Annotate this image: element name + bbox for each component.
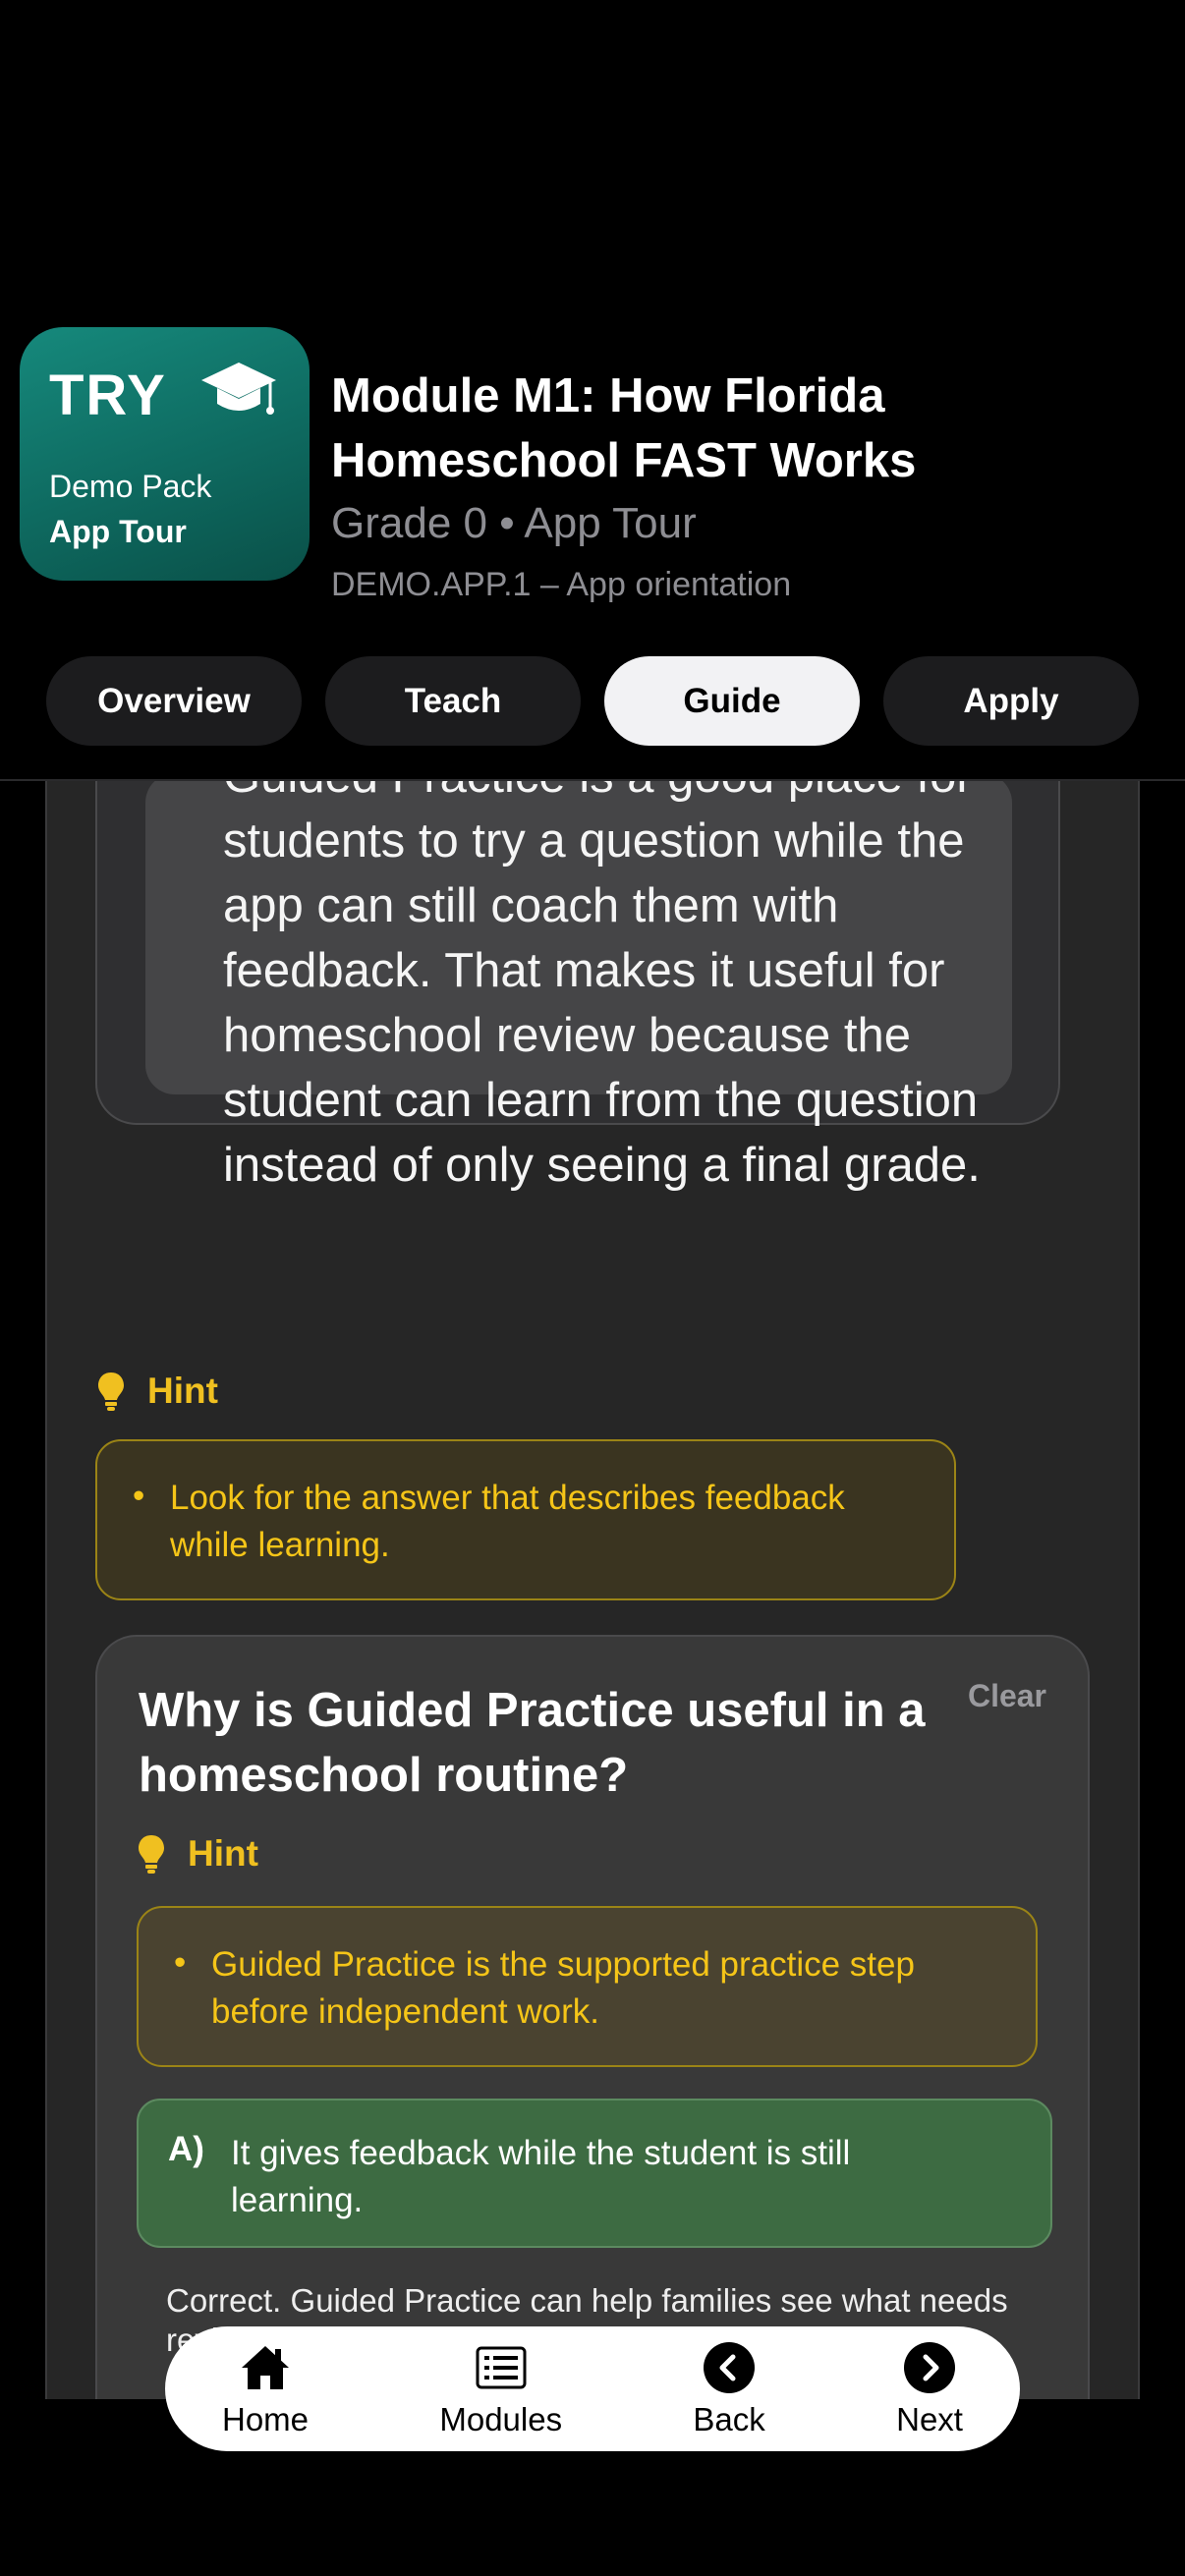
- home-icon: [242, 2345, 290, 2389]
- tab-overview[interactable]: Overview: [46, 656, 302, 746]
- tab-guide[interactable]: Guide: [604, 656, 860, 746]
- list-icon: [476, 2346, 527, 2388]
- nav-back-label: Back: [693, 2400, 765, 2437]
- chevron-right-circle-icon: [904, 2341, 956, 2393]
- question-hint-text: Guided Practice is the supported practic…: [211, 1945, 915, 2031]
- answer-option-a[interactable]: A) It gives feedback while the student i…: [137, 2099, 1052, 2248]
- graduation-cap-icon: [201, 363, 276, 415]
- question-card: Why is Guided Practice useful in a homes…: [95, 1635, 1090, 2399]
- question-hint-header[interactable]: Hint: [137, 1833, 258, 1875]
- clear-button[interactable]: Clear: [968, 1678, 1046, 1714]
- module-title: Module M1: How Florida Homeschool FAST W…: [331, 369, 917, 487]
- hint-header[interactable]: Hint: [96, 1371, 218, 1412]
- lightbulb-icon: [139, 1835, 164, 1874]
- question-hint-label: Hint: [188, 1833, 258, 1874]
- hint-label: Hint: [147, 1371, 218, 1411]
- nav-home-label: Home: [222, 2400, 310, 2437]
- tab-teach[interactable]: Teach: [325, 656, 581, 746]
- question-title: Why is Guided Practice useful in a homes…: [139, 1684, 926, 1802]
- nav-back[interactable]: Back: [693, 2340, 765, 2438]
- option-letter: A): [168, 2130, 204, 2168]
- hint-text: Look for the answer that describes feedb…: [170, 1479, 845, 1564]
- chevron-left-circle-icon: [704, 2341, 756, 2393]
- module-subtitle: Grade 0 • App Tour: [331, 499, 697, 547]
- hint-box: • Look for the answer that describes fee…: [95, 1439, 956, 1600]
- nav-modules[interactable]: Modules: [439, 2340, 562, 2438]
- bottom-nav: Home Modules Back Next: [165, 2326, 1020, 2451]
- passage-text: Guided Practice is a good place for stud…: [223, 781, 981, 1192]
- question-hint-box: • Guided Practice is the supported pract…: [137, 1906, 1038, 2067]
- icon-line1: Demo Pack: [49, 469, 212, 504]
- guide-content[interactable]: Guided Practice is a good place for stud…: [45, 781, 1140, 2399]
- option-text: It gives feedback while the student is s…: [231, 2134, 851, 2219]
- bullet: •: [133, 1477, 145, 1515]
- bullet: •: [174, 1943, 187, 1982]
- tab-bar: Overview Teach Guide Apply: [46, 656, 1139, 746]
- nav-next-label: Next: [896, 2400, 963, 2437]
- tab-apply[interactable]: Apply: [883, 656, 1139, 746]
- module-icon: TRY Demo Pack App Tour: [20, 327, 310, 581]
- nav-modules-label: Modules: [439, 2400, 563, 2437]
- nav-home[interactable]: Home: [222, 2340, 309, 2438]
- module-code: DEMO.APP.1 – App orientation: [331, 566, 792, 603]
- icon-line2: App Tour: [49, 514, 187, 549]
- lightbulb-icon: [98, 1372, 124, 1411]
- passage-card: Guided Practice is a good place for stud…: [95, 781, 1060, 1192]
- nav-next[interactable]: Next: [896, 2340, 963, 2438]
- icon-badge-text: TRY: [49, 364, 167, 427]
